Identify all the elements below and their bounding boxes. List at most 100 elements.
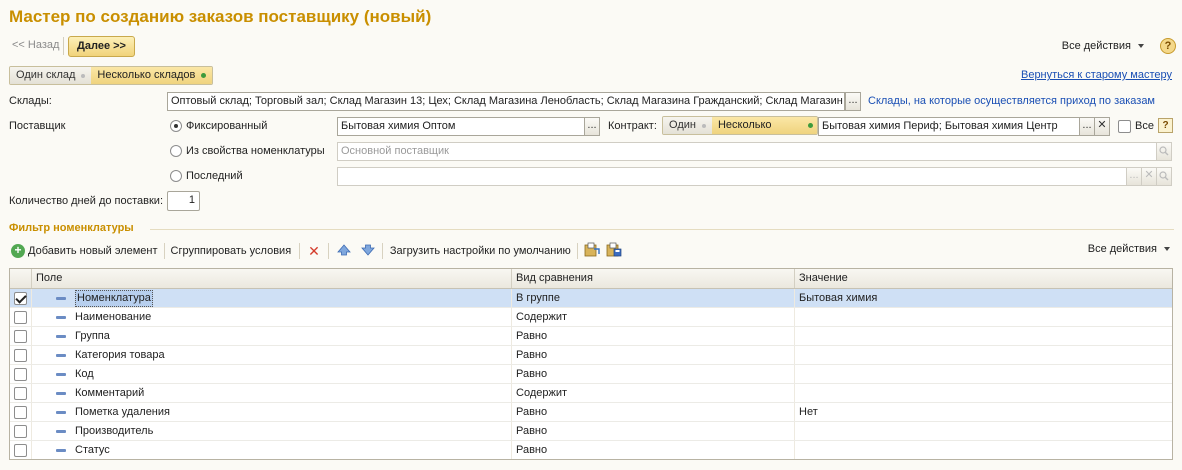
add-icon[interactable]: + bbox=[11, 244, 25, 258]
value-cell[interactable]: Нет bbox=[795, 403, 1172, 421]
table-row[interactable]: Категория товара Равно bbox=[10, 346, 1172, 365]
header-comparison[interactable]: Вид сравнения bbox=[512, 269, 795, 288]
supplier-last-choose-button[interactable]: ... bbox=[1126, 167, 1142, 186]
row-checkbox[interactable] bbox=[14, 443, 27, 457]
add-element-button[interactable]: Добавить новый элемент bbox=[28, 245, 158, 257]
supplier-fixed-field[interactable]: Бытовая химия Оптом bbox=[337, 117, 585, 136]
table-row[interactable]: Пометка удаления Равно Нет bbox=[10, 403, 1172, 422]
row-checkbox[interactable] bbox=[14, 310, 27, 324]
field-cell[interactable]: Производитель bbox=[32, 422, 512, 440]
contract-choose-button[interactable]: ... bbox=[1079, 117, 1095, 136]
field-cell[interactable]: Статус bbox=[32, 441, 512, 459]
table-row[interactable]: Производитель Равно bbox=[10, 422, 1172, 441]
back-button[interactable]: << Назад bbox=[12, 39, 59, 51]
row-checkbox[interactable] bbox=[14, 405, 27, 419]
comparison-cell[interactable]: Равно bbox=[512, 403, 795, 421]
comparison-cell[interactable]: Равно bbox=[512, 365, 795, 383]
help-icon[interactable]: ? bbox=[1160, 38, 1176, 54]
contract-label: Контракт: bbox=[608, 120, 657, 132]
save-settings-icon[interactable] bbox=[606, 242, 622, 260]
row-checkbox[interactable] bbox=[14, 291, 27, 305]
field-item-icon bbox=[56, 296, 66, 300]
supplier-last-field[interactable] bbox=[337, 167, 1127, 186]
table-row[interactable]: Статус Равно bbox=[10, 441, 1172, 459]
table-row[interactable]: Наименование Содержит bbox=[10, 308, 1172, 327]
multi-warehouse-label: Несколько складов bbox=[97, 69, 196, 81]
value-cell[interactable] bbox=[795, 441, 1172, 459]
value-cell[interactable] bbox=[795, 308, 1172, 326]
field-cell[interactable]: Код bbox=[32, 365, 512, 383]
field-cell[interactable]: Наименование bbox=[32, 308, 512, 326]
multi-warehouse-option[interactable]: Несколько складов bbox=[91, 67, 213, 84]
single-warehouse-option[interactable]: Один склад bbox=[10, 67, 92, 84]
supplier-last-radio[interactable] bbox=[170, 170, 182, 182]
delivery-days-input[interactable]: 1 bbox=[167, 191, 200, 211]
section-divider bbox=[150, 229, 1174, 230]
field-item-icon bbox=[56, 429, 66, 433]
supplier-property-field[interactable]: Основной поставщик bbox=[337, 142, 1157, 161]
comparison-cell[interactable]: Содержит bbox=[512, 384, 795, 402]
field-name: Наименование bbox=[75, 311, 152, 323]
value-cell[interactable] bbox=[795, 327, 1172, 345]
row-checkbox[interactable] bbox=[14, 348, 27, 362]
field-cell[interactable]: Номенклатура bbox=[32, 289, 512, 307]
search-icon[interactable] bbox=[1156, 167, 1172, 186]
comparison-cell[interactable]: Равно bbox=[512, 327, 795, 345]
contract-help-icon[interactable]: ? bbox=[1158, 118, 1173, 133]
load-defaults-button[interactable]: Загрузить настройки по умолчанию bbox=[390, 245, 571, 257]
field-item-icon bbox=[56, 334, 66, 338]
table-row[interactable]: Код Равно bbox=[10, 365, 1172, 384]
comparison-cell[interactable]: Равно bbox=[512, 346, 795, 364]
delete-icon[interactable]: ✕ bbox=[308, 244, 320, 258]
table-header: Поле Вид сравнения Значение bbox=[10, 269, 1172, 289]
warehouses-choose-button[interactable]: ... bbox=[845, 92, 861, 111]
field-cell[interactable]: Категория товара bbox=[32, 346, 512, 364]
table-row[interactable]: Комментарий Содержит bbox=[10, 384, 1172, 403]
header-value[interactable]: Значение bbox=[795, 269, 1172, 288]
all-actions-menu[interactable]: Все действия bbox=[1062, 40, 1144, 52]
value-cell[interactable] bbox=[795, 422, 1172, 440]
row-check-cell bbox=[10, 403, 32, 421]
warehouses-hint[interactable]: Склады, на которые осуществляется приход… bbox=[868, 95, 1155, 107]
value-cell[interactable] bbox=[795, 346, 1172, 364]
comparison-cell[interactable]: Равно bbox=[512, 422, 795, 440]
contract-multi-label: Несколько bbox=[717, 119, 772, 131]
contract-multi-option[interactable]: Несколько bbox=[711, 117, 817, 134]
comparison-cell[interactable]: Содержит bbox=[512, 308, 795, 326]
field-cell[interactable]: Группа bbox=[32, 327, 512, 345]
table-row[interactable]: Группа Равно bbox=[10, 327, 1172, 346]
supplier-fixed-radio[interactable] bbox=[170, 120, 182, 132]
supplier-property-radio[interactable] bbox=[170, 145, 182, 157]
group-conditions-button[interactable]: Сгруппировать условия bbox=[171, 245, 292, 257]
load-settings-icon[interactable] bbox=[584, 242, 600, 260]
all-contracts-checkbox[interactable] bbox=[1118, 120, 1131, 133]
header-field[interactable]: Поле bbox=[32, 269, 512, 288]
contract-single-option[interactable]: Один bbox=[663, 117, 712, 134]
next-button[interactable]: Далее >> bbox=[68, 36, 135, 57]
supplier-choose-button[interactable]: ... bbox=[584, 117, 600, 136]
row-checkbox[interactable] bbox=[14, 386, 27, 400]
field-cell[interactable]: Пометка удаления bbox=[32, 403, 512, 421]
value-cell[interactable]: Бытовая химия bbox=[795, 289, 1172, 307]
close-icon[interactable]: ✕ bbox=[1141, 167, 1157, 186]
value-cell[interactable] bbox=[795, 384, 1172, 402]
table-row[interactable]: Номенклатура В группе Бытовая химия bbox=[10, 289, 1172, 308]
contract-clear-icon[interactable]: ✕ bbox=[1094, 117, 1110, 136]
row-checkbox[interactable] bbox=[14, 367, 27, 381]
old-wizard-link[interactable]: Вернуться к старому мастеру bbox=[1021, 69, 1172, 81]
row-checkbox[interactable] bbox=[14, 329, 27, 343]
field-cell[interactable]: Комментарий bbox=[32, 384, 512, 402]
field-item-icon bbox=[56, 410, 66, 414]
search-icon[interactable] bbox=[1156, 142, 1172, 161]
contract-field[interactable]: Бытовая химия Периф; Бытовая химия Центр bbox=[818, 117, 1080, 136]
value-cell[interactable] bbox=[795, 365, 1172, 383]
warehouses-field[interactable]: Оптовый склад; Торговый зал; Склад Магаз… bbox=[167, 92, 845, 111]
nav-divider bbox=[63, 37, 64, 55]
row-checkbox[interactable] bbox=[14, 424, 27, 438]
move-down-icon[interactable] bbox=[361, 244, 375, 259]
comparison-cell[interactable]: В группе bbox=[512, 289, 795, 307]
filter-all-actions-menu[interactable]: Все действия bbox=[1088, 243, 1170, 255]
move-up-icon[interactable] bbox=[337, 243, 351, 259]
field-name: Код bbox=[75, 368, 94, 380]
comparison-cell[interactable]: Равно bbox=[512, 441, 795, 459]
